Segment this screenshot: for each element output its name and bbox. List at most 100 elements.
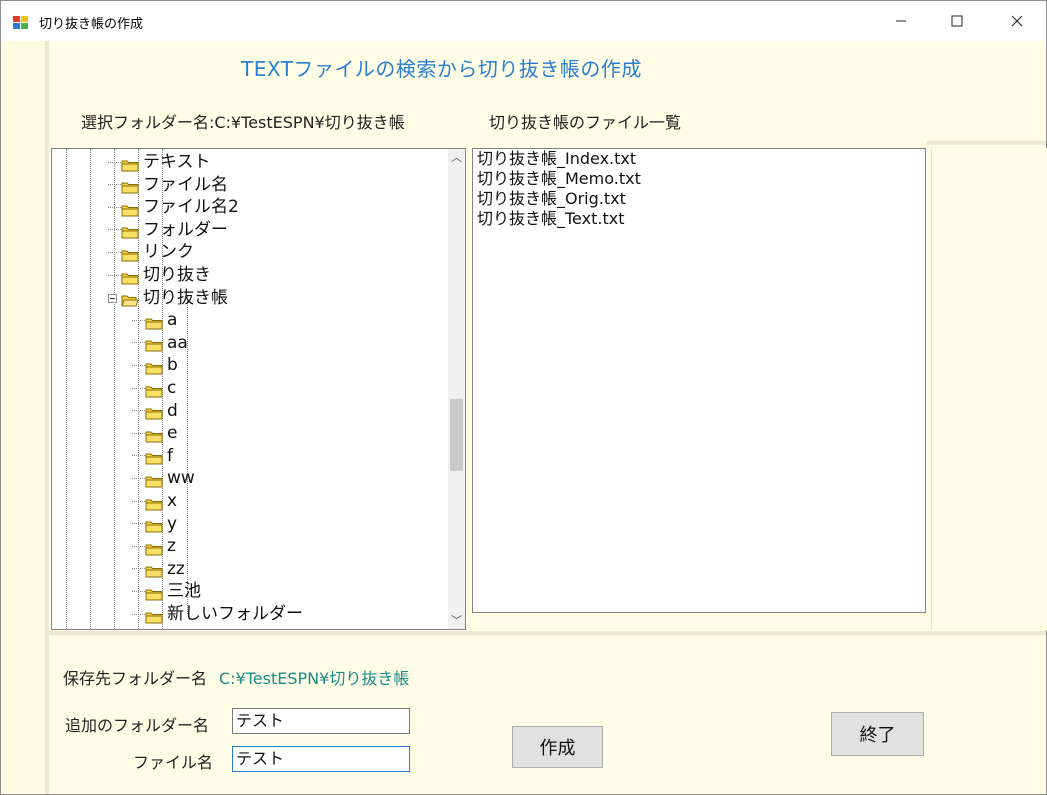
tree-item[interactable]: e <box>132 422 177 444</box>
file-list-item[interactable]: 切り抜き帳_Orig.txt <box>473 189 925 209</box>
folder-icon <box>145 540 163 556</box>
tree-item-label: f <box>167 445 173 466</box>
tree-item-label: ファイル名 <box>143 174 228 195</box>
tree-connector <box>108 184 121 186</box>
tree-item-label: 切り抜き帳 <box>143 287 228 308</box>
file-list-label: 切り抜き帳のファイル一覧 <box>489 113 682 132</box>
tree-connector <box>132 455 145 457</box>
file-list[interactable]: 切り抜き帳_Index.txt 切り抜き帳_Memo.txt 切り抜き帳_Ori… <box>472 148 926 613</box>
tree-item-label: フォルダー <box>143 219 228 240</box>
tree-item-label: z <box>167 536 176 557</box>
tree-connector <box>108 161 121 163</box>
tree-scrollbar[interactable]: ︿ ﹀ <box>448 149 465 629</box>
close-button[interactable] <box>994 1 1040 41</box>
folder-icon <box>121 246 139 262</box>
tree-connector <box>132 590 145 592</box>
tree-connector <box>132 410 145 412</box>
tree-connector <box>132 387 145 389</box>
tree-item[interactable]: aa <box>132 332 188 354</box>
tree-item[interactable]: 切り抜き <box>108 264 211 286</box>
tree-item[interactable]: フォルダー <box>108 219 228 241</box>
maximize-button[interactable] <box>934 1 980 41</box>
collapse-toggle-icon[interactable] <box>108 287 117 309</box>
folder-icon <box>145 336 163 352</box>
tree-connector <box>132 432 145 434</box>
tree-connector <box>108 251 121 253</box>
add-folder-input[interactable]: テスト <box>232 708 410 734</box>
exit-button[interactable]: 終了 <box>831 712 924 756</box>
tree-item[interactable]: テキスト <box>108 151 211 173</box>
folder-icon <box>145 517 163 533</box>
tree-item-label: y <box>167 513 178 534</box>
folder-icon <box>145 427 163 443</box>
file-name-input[interactable]: テスト <box>232 746 410 772</box>
close-icon <box>1011 15 1023 27</box>
window-title: 切り抜き帳の作成 <box>39 17 144 32</box>
tree-item[interactable]: x <box>132 490 177 512</box>
folder-icon <box>121 178 139 194</box>
folder-icon <box>121 269 139 284</box>
folder-icon <box>145 404 163 420</box>
app-icon <box>13 14 29 29</box>
tree-item[interactable]: 新しいフォルダー <box>132 603 303 625</box>
tree-item[interactable]: ww <box>132 467 195 489</box>
folder-icon <box>145 314 163 330</box>
tree-connector <box>132 500 145 502</box>
tree-item-label: d <box>167 400 178 421</box>
add-folder-label: 追加のフォルダー名 <box>65 716 210 735</box>
tree-connector <box>108 206 121 208</box>
folder-icon <box>121 223 139 239</box>
open-folder-icon <box>121 291 139 307</box>
tree-item[interactable]: y <box>132 513 177 535</box>
scrollbar-thumb[interactable] <box>450 399 463 471</box>
file-list-item[interactable]: 切り抜き帳_Text.txt <box>473 209 925 229</box>
tree-item-label: リンク <box>143 242 194 263</box>
tree-item-label: c <box>167 378 177 398</box>
tree-item[interactable]: zz <box>132 558 185 580</box>
selected-folder-label: 選択フォルダー名:C:¥TestESPN¥切り抜き帳 <box>81 109 405 133</box>
tree-item[interactable]: ファイル名2 <box>108 196 239 218</box>
file-name-label: ファイル名 <box>133 753 214 772</box>
tree-item[interactable]: a <box>132 309 177 331</box>
tree-item[interactable]: リンク <box>108 241 194 263</box>
tree-item[interactable]: f <box>132 445 173 467</box>
folder-icon <box>145 449 163 465</box>
tree-item[interactable]: z <box>132 535 176 557</box>
file-list-item[interactable]: 切り抜き帳_Index.txt <box>473 149 925 169</box>
tree-connector <box>108 229 121 231</box>
page-heading: TEXTファイルの検索から切り抜き帳の作成 <box>241 57 642 81</box>
scroll-down-arrow-icon[interactable]: ﹀ <box>448 612 465 629</box>
tree-guide-line <box>90 149 91 629</box>
create-button[interactable]: 作成 <box>512 726 603 768</box>
tree-connector <box>132 545 145 547</box>
folder-icon <box>121 201 139 217</box>
folder-icon <box>145 382 163 397</box>
scroll-up-arrow-icon[interactable]: ︿ <box>448 149 465 166</box>
tree-item-label: テキスト <box>143 152 211 172</box>
tree-item[interactable]: 三池 <box>132 580 201 602</box>
tree-connector <box>132 319 145 321</box>
minimize-button[interactable] <box>878 1 924 41</box>
divider <box>45 631 1046 635</box>
tree-item[interactable]: c <box>132 377 176 399</box>
tree-item-label: 三池 <box>167 581 201 602</box>
minimize-icon <box>896 20 906 22</box>
folder-icon <box>145 359 163 375</box>
tree-item[interactable]: 切り抜き帳 <box>108 287 228 309</box>
tree-guide-line <box>66 149 67 629</box>
folder-tree[interactable]: テキスト ファイル名 ファイル名2 フォルダー リンク 切り抜き 切り抜き帳 a aa b c d e f… <box>51 148 466 630</box>
tree-item-label: e <box>167 423 178 444</box>
file-list-item[interactable]: 切り抜き帳_Memo.txt <box>473 169 925 189</box>
tree-item[interactable]: ファイル名 <box>108 174 228 196</box>
tree-item[interactable]: d <box>132 400 178 422</box>
tree-item-label: 新しいフォルダー <box>167 604 303 624</box>
tree-item[interactable]: b <box>132 354 178 376</box>
selected-folder-path: C:¥TestESPN¥切り抜き帳 <box>214 113 405 132</box>
tree-item-label: b <box>167 355 178 376</box>
tree-connector <box>108 274 121 276</box>
tree-connector <box>132 364 145 366</box>
tree-item-label: aa <box>167 332 188 353</box>
tree-connector <box>132 613 145 615</box>
save-folder-label: 保存先フォルダー名 <box>63 669 208 688</box>
selected-folder-caption: 選択フォルダー名: <box>81 113 215 132</box>
